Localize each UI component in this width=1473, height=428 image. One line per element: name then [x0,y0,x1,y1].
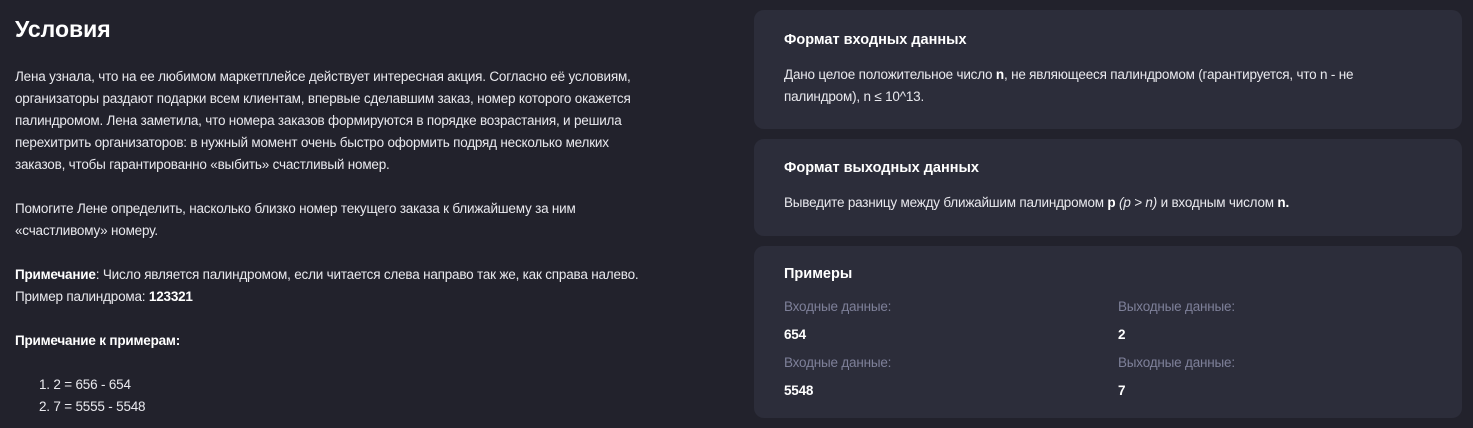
condition: (p > n) [1115,195,1158,210]
text-line: Помогите Лене определить, насколько близ… [15,201,576,216]
text-line: перехитрить организаторов: в нужный моме… [15,135,609,150]
var-n: n [995,67,1004,82]
text-line: Лена узнала, что на ее любимом маркетпле… [15,69,631,84]
example-output[interactable]: 7 [1118,380,1418,402]
example-output[interactable]: 2 [1118,324,1418,346]
palindrome-example-value: 123321 [148,289,193,304]
text: и входным числом [1157,195,1278,210]
example-input[interactable]: 5548 [784,380,1118,402]
examples-card: Примеры Входные данные: Выходные данные:… [754,246,1462,418]
note-text: : Число является палиндромом, если читае… [95,267,639,282]
text-line: организаторы раздают подарки всем клиент… [15,91,631,106]
note-paragraph: Примечание: Число является палиндромом, … [15,264,735,308]
list-item: 1. 2 = 656 - 654 [39,377,131,392]
examples-note-list: 1. 2 = 656 - 654 2. 7 = 5555 - 5548 [15,374,735,418]
text: , не являющееся палиндромом (гарантирует… [1003,67,1354,82]
examples-grid: Входные данные: Выходные данные: 654 2 В… [784,290,1432,402]
story-paragraph: Лена узнала, что на ее любимом маркетпле… [15,66,735,176]
output-format-title: Формат выходных данных [784,160,979,176]
output-label: Выходные данные: [1118,355,1235,370]
text: Выведите разницу между ближайшим палиндр… [784,195,1108,210]
conditions-section: Условия Лена узнала, что на ее любимом м… [15,14,735,418]
text-line: заказов, чтобы гарантированно «выбить» с… [15,157,390,172]
example-input[interactable]: 654 [784,324,1118,346]
examples-title: Примеры [784,266,853,282]
task-paragraph: Помогите Лене определить, насколько близ… [15,198,735,242]
palindrome-example-label: Пример палиндрома: [15,289,149,304]
conditions-title: Условия [15,16,111,42]
input-label: Входные данные: [784,299,892,314]
note-label: Примечание [15,267,96,282]
input-format-title: Формат входных данных [784,32,967,48]
text: Дано целое положительное число [784,67,996,82]
list-item: 2. 7 = 5555 - 5548 [39,399,146,414]
output-label: Выходные данные: [1118,299,1235,314]
input-label: Входные данные: [784,355,892,370]
input-format-card: Формат входных данных Дано целое положит… [754,10,1462,129]
var-n: n. [1277,195,1290,210]
text-line: «счастливому» номеру. [15,223,158,238]
text-line: палиндромом. Лена заметила, что номера з… [15,113,622,128]
text-line: палиндром), n ≤ 10^13. [784,89,924,104]
output-format-card: Формат выходных данных Выведите разницу … [754,139,1462,236]
examples-note-title: Примечание к примерам: [15,333,181,348]
